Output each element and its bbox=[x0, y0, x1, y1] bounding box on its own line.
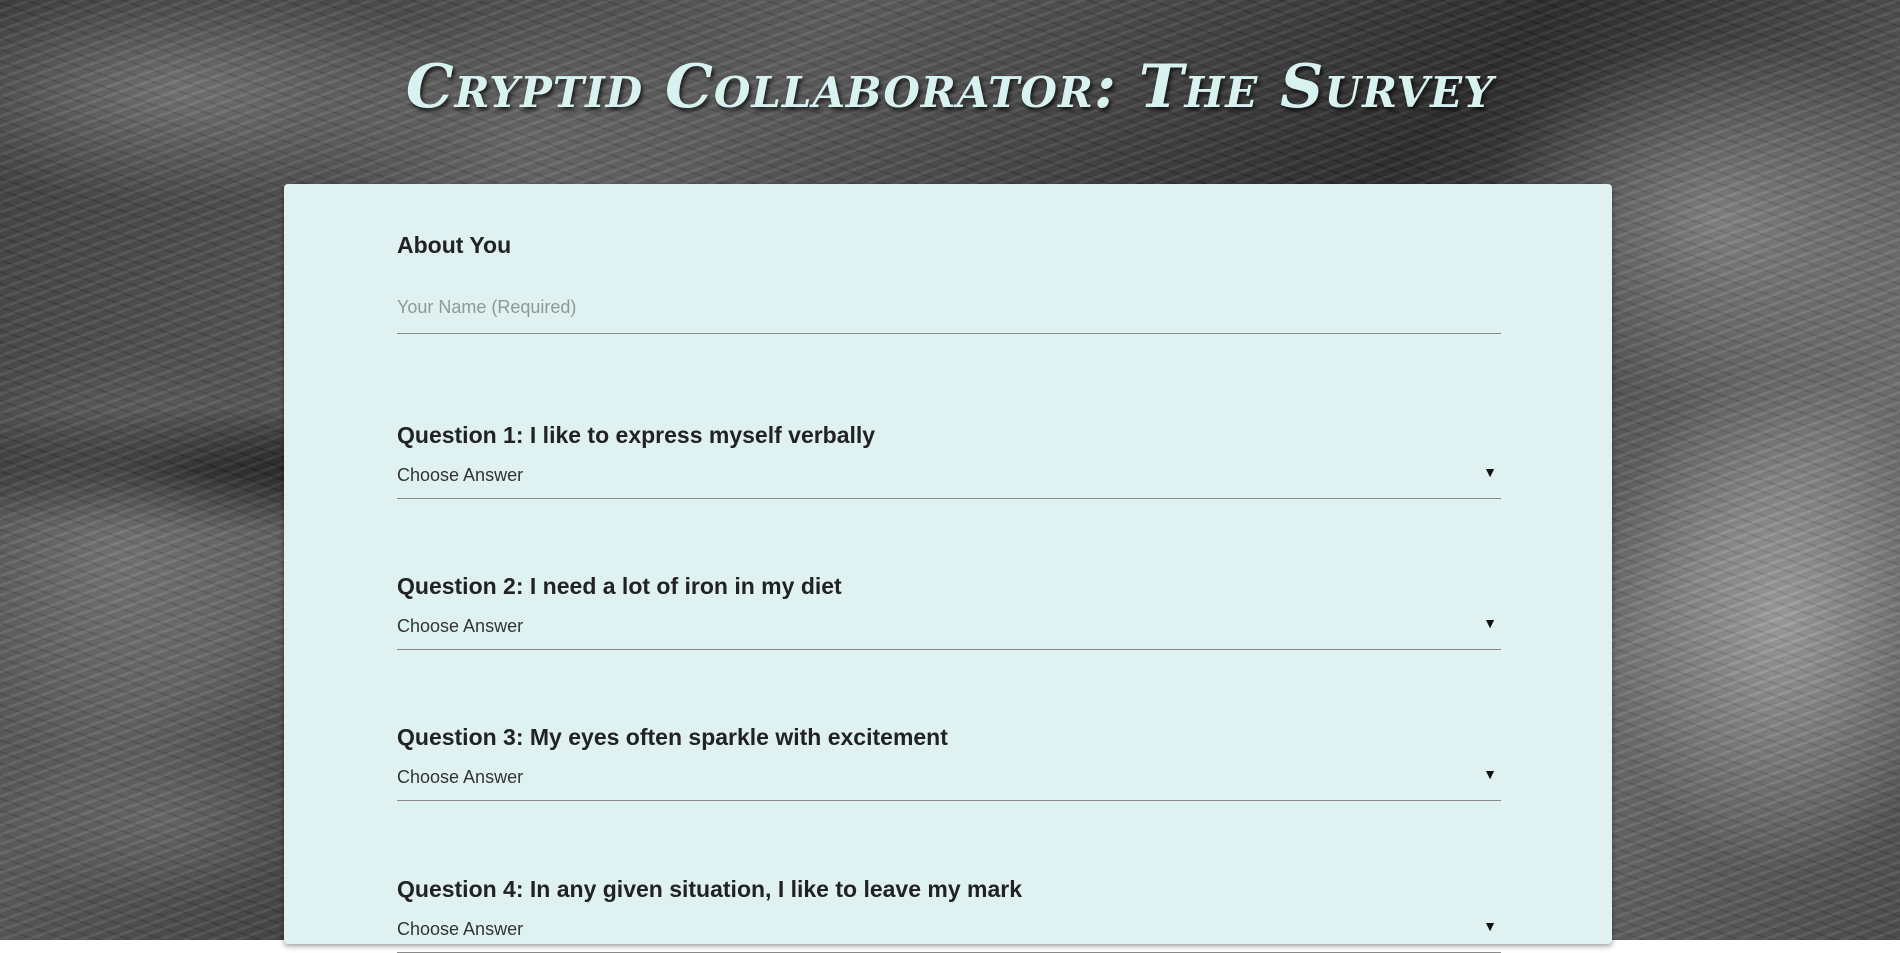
question-1-select[interactable]: Choose Answer ▼ bbox=[397, 455, 1501, 499]
question-4-selected-value: Choose Answer bbox=[397, 919, 524, 939]
question-2-label: Question 2: I need a lot of iron in my d… bbox=[397, 573, 842, 599]
triangle-down-icon: ▼ bbox=[1483, 615, 1497, 631]
question-1-selected-value: Choose Answer bbox=[397, 465, 524, 485]
question-2-selected-value: Choose Answer bbox=[397, 616, 524, 636]
question-3-label: Question 3: My eyes often sparkle with e… bbox=[397, 724, 948, 750]
triangle-down-icon: ▼ bbox=[1483, 766, 1497, 782]
question-1-label: Question 1: I like to express myself ver… bbox=[397, 422, 876, 448]
question-4-label: Question 4: In any given situation, I li… bbox=[397, 876, 1023, 902]
name-input[interactable] bbox=[397, 282, 1501, 334]
question-4-select[interactable]: Choose Answer ▼ bbox=[397, 909, 1501, 953]
question-3-selected-value: Choose Answer bbox=[397, 767, 524, 787]
question-3-select[interactable]: Choose Answer ▼ bbox=[397, 757, 1501, 801]
triangle-down-icon: ▼ bbox=[1483, 918, 1497, 934]
survey-form-card: About You Question 1: I like to express … bbox=[284, 184, 1612, 953]
page-title: Cryptid Collaborator: The Survey bbox=[405, 52, 1495, 122]
question-2-select[interactable]: Choose Answer ▼ bbox=[397, 606, 1501, 650]
about-you-heading: About You bbox=[397, 232, 512, 258]
triangle-down-icon: ▼ bbox=[1483, 464, 1497, 480]
